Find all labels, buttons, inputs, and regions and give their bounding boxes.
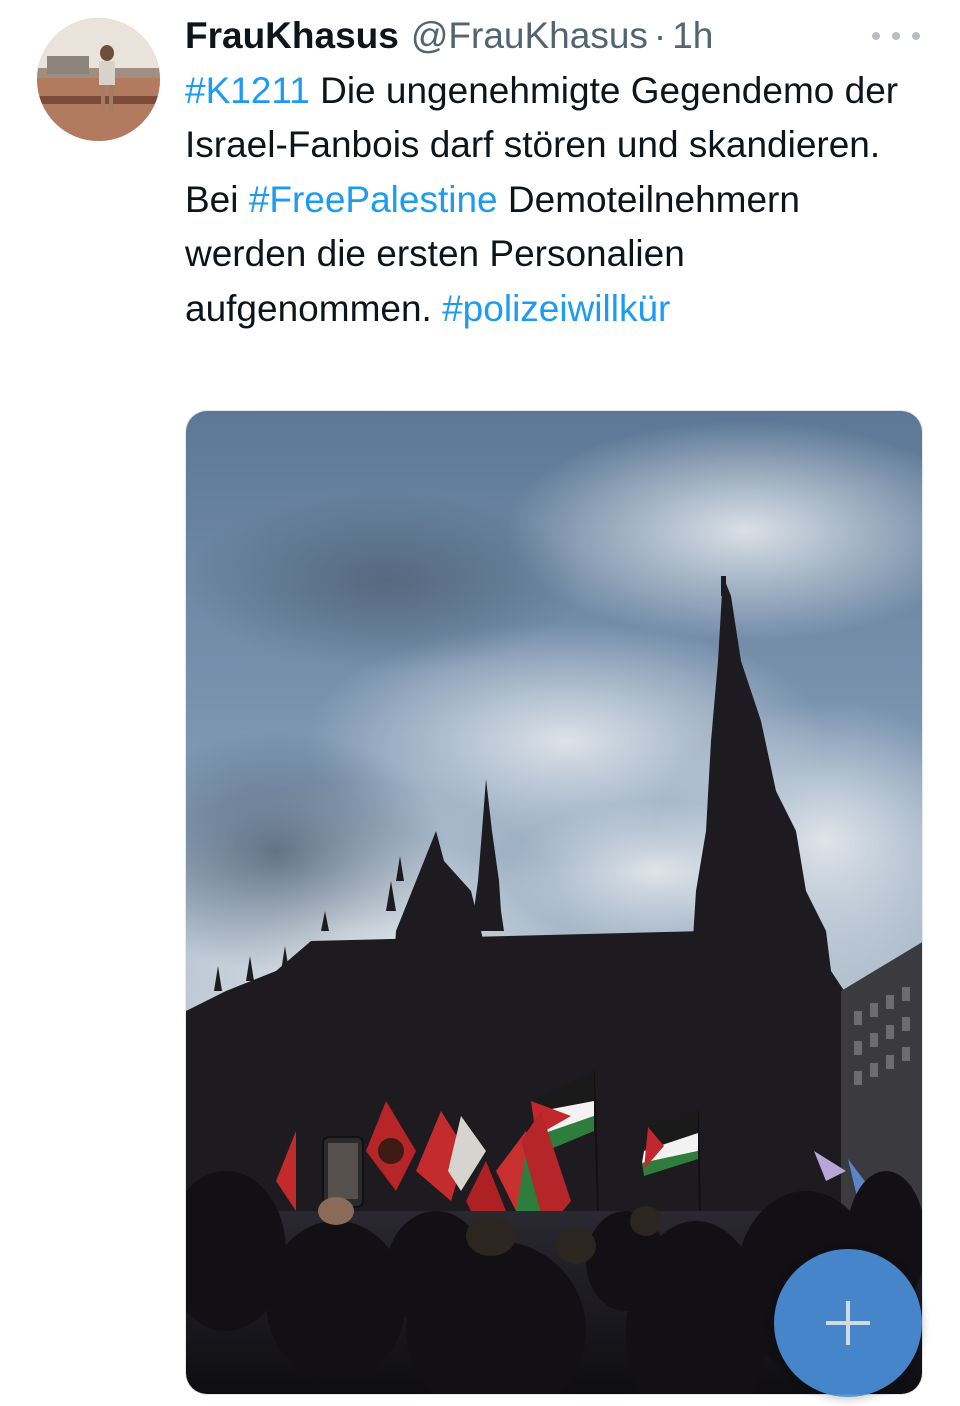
hashtag-link[interactable]: #FreePalestine	[249, 179, 498, 220]
tweet-text: #K1211 Die ungenehmigte Gegendemo der Is…	[185, 64, 915, 336]
author-handle[interactable]: @FrauKhasus	[411, 12, 648, 60]
hashtag-link[interactable]: #polizeiwillkür	[442, 288, 670, 329]
more-dot	[872, 32, 880, 40]
more-dot	[912, 32, 920, 40]
plus-icon	[826, 1301, 870, 1345]
tweet-photo[interactable]	[185, 410, 923, 1395]
author-avatar[interactable]	[37, 18, 160, 141]
more-dot	[892, 32, 900, 40]
tweet-header: FrauKhasus @FrauKhasus · 1h	[185, 12, 713, 60]
compose-button[interactable]	[774, 1249, 922, 1397]
separator-dot: ·	[653, 15, 667, 56]
cathedral-photo	[186, 411, 922, 1394]
tweet-timestamp[interactable]: 1h	[672, 12, 713, 60]
author-display-name[interactable]: FrauKhasus	[185, 12, 399, 60]
more-options-icon[interactable]	[872, 24, 920, 48]
hashtag-link[interactable]: #K1211	[185, 70, 310, 111]
